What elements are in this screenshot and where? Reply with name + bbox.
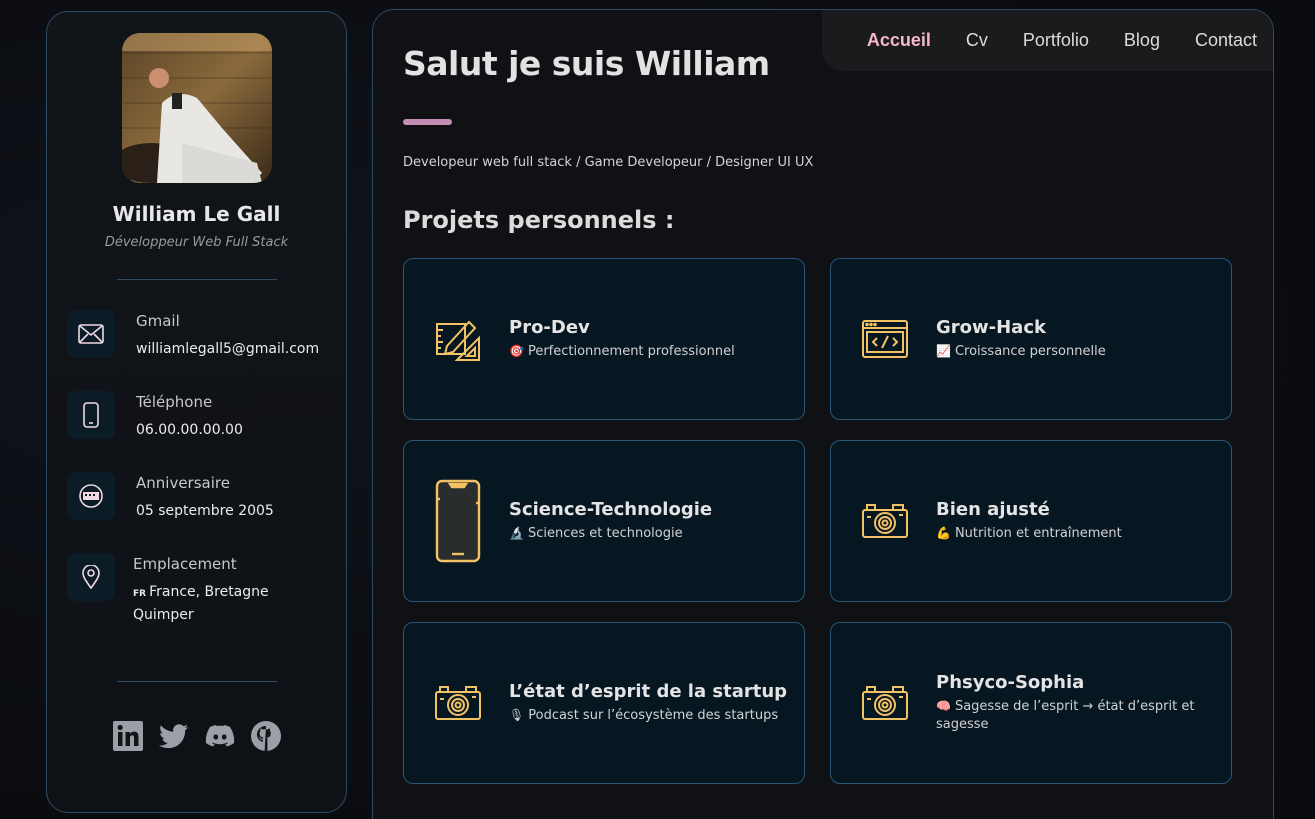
project-desc: 🎯 Perfectionnement professionnel xyxy=(509,342,790,361)
project-title: Grow-Hack xyxy=(936,317,1046,338)
nav-cv[interactable]: Cv xyxy=(966,30,988,51)
muscle-icon: 💪 xyxy=(936,526,951,540)
project-desc: 💪 Nutrition et entraînement xyxy=(936,524,1217,543)
calendar-icon xyxy=(67,472,115,520)
avatar xyxy=(122,33,272,183)
phone-link[interactable]: 06.00.00.00.00 xyxy=(136,420,243,441)
chart-up-icon: 📈 xyxy=(936,344,951,358)
camera-icon xyxy=(861,623,909,783)
nav-blog[interactable]: Blog xyxy=(1124,30,1160,51)
contact-label: Anniversaire xyxy=(136,474,230,492)
target-icon: 🎯 xyxy=(509,344,524,358)
profile-sidebar: William Le Gall Développeur Web Full Sta… xyxy=(46,11,347,813)
page-subtitle: Developeur web full stack / Game Develop… xyxy=(403,155,814,170)
project-title: Bien ajusté xyxy=(936,499,1050,520)
project-desc-text: Podcast sur l’écosystème des startups xyxy=(528,708,779,723)
contact-phone: Téléphone 06.00.00.00.00 xyxy=(67,391,347,451)
twitter-icon[interactable] xyxy=(158,720,190,752)
code-window-icon xyxy=(861,259,909,419)
page-title: Salut je suis William xyxy=(403,44,770,83)
project-desc-text: Nutrition et entraînement xyxy=(954,526,1122,541)
contact-birthday: Anniversaire 05 septembre 2005 xyxy=(67,472,347,532)
main-panel: Accueil Cv Portfolio Blog Contact Salut … xyxy=(372,9,1274,819)
nav-accueil[interactable]: Accueil xyxy=(867,30,931,51)
project-card[interactable]: L’état d’esprit de la startup 🎙 Podcast s… xyxy=(403,622,805,784)
social-links xyxy=(47,720,346,752)
contact-label: Gmail xyxy=(136,312,180,330)
contact-label: Téléphone xyxy=(136,393,213,411)
nav-contact[interactable]: Contact xyxy=(1195,30,1257,51)
project-card[interactable]: Phsyco-Sophia 🧠 Sagesse de l’esprit → éta… xyxy=(830,622,1232,784)
divider xyxy=(117,279,277,280)
camera-icon xyxy=(434,623,482,783)
phone-icon xyxy=(67,391,115,439)
contact-value: FR France, Bretagne Quimper xyxy=(133,582,269,626)
contact-location: Emplacement FR France, Bretagne Quimper xyxy=(67,553,347,643)
projects-heading: Projets personnels : xyxy=(403,206,675,234)
project-card[interactable]: Bien ajusté 💪 Nutrition et entraînement xyxy=(830,440,1232,602)
email-link[interactable]: williamlegall5@gmail.com xyxy=(136,339,319,360)
mail-icon xyxy=(67,310,115,358)
title-underline xyxy=(403,119,452,125)
github-icon[interactable] xyxy=(250,720,282,752)
divider xyxy=(117,681,277,682)
project-desc-text: Sagesse de l’esprit → état d’esprit et s… xyxy=(936,699,1195,732)
camera-icon xyxy=(861,441,909,601)
location-icon xyxy=(67,553,115,601)
discord-icon[interactable] xyxy=(204,720,236,752)
project-desc-text: Croissance personnelle xyxy=(954,344,1106,359)
flag-fr: FR xyxy=(133,589,147,599)
project-card[interactable]: Grow-Hack 📈 Croissance personnelle xyxy=(830,258,1232,420)
project-title: Pro-Dev xyxy=(509,317,590,338)
project-title: Science-Technologie xyxy=(509,499,713,520)
project-desc: 🎙 Podcast sur l’écosystème des startups xyxy=(509,706,790,725)
nav-portfolio[interactable]: Portfolio xyxy=(1023,30,1089,51)
project-desc-text: Sciences et technologie xyxy=(527,526,683,541)
brain-icon: 🧠 xyxy=(936,699,951,713)
microscope-icon: 🔬 xyxy=(509,526,524,540)
location-region: France, Bretagne xyxy=(149,584,269,600)
contact-label: Emplacement xyxy=(133,555,237,573)
project-desc: 📈 Croissance personnelle xyxy=(936,342,1217,361)
project-card[interactable]: Pro-Dev 🎯 Perfectionnement professionnel xyxy=(403,258,805,420)
profile-role: Développeur Web Full Stack xyxy=(104,235,289,250)
design-tools-icon xyxy=(434,259,482,419)
microphone-icon: 🎙 xyxy=(509,708,525,722)
smartphone-icon xyxy=(434,441,482,601)
location-city: Quimper xyxy=(133,607,194,623)
top-nav: Accueil Cv Portfolio Blog Contact xyxy=(822,10,1273,71)
project-title: Phsyco-Sophia xyxy=(936,672,1085,693)
project-desc-text: Perfectionnement professionnel xyxy=(527,344,735,359)
project-desc: 🔬 Sciences et technologie xyxy=(509,524,790,543)
contact-gmail: Gmail williamlegall5@gmail.com xyxy=(67,310,347,370)
contact-value: 05 septembre 2005 xyxy=(136,503,274,519)
linkedin-icon[interactable] xyxy=(112,720,144,752)
project-desc: 🧠 Sagesse de l’esprit → état d’esprit et … xyxy=(936,697,1217,734)
project-title: L’état d’esprit de la startup xyxy=(509,681,788,702)
profile-name: William Le Gall xyxy=(112,202,281,226)
project-card[interactable]: Science-Technologie 🔬 Sciences et technol… xyxy=(403,440,805,602)
